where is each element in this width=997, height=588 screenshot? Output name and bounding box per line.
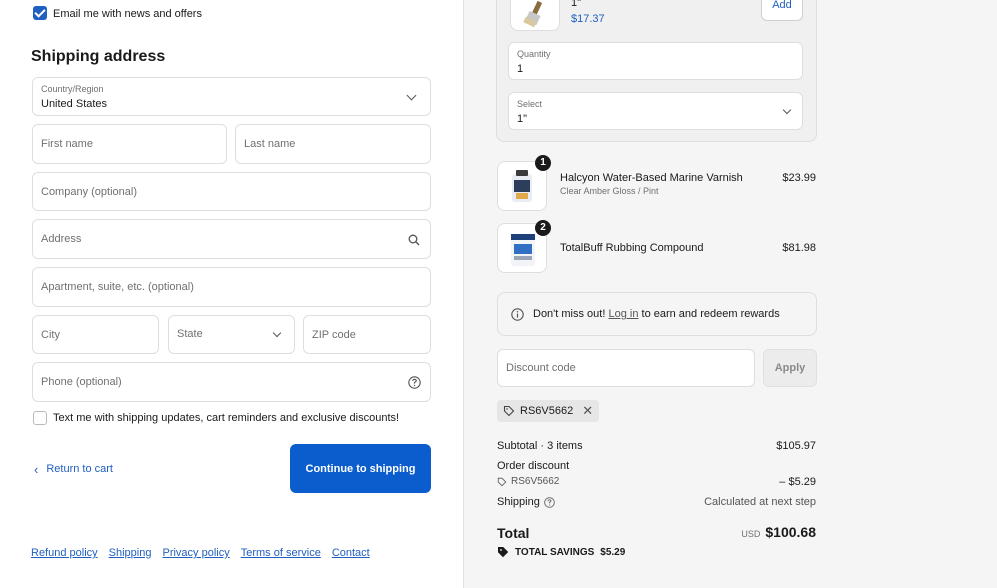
order-summary-panel: 1" $17.37 Add Quantity 1 Select 1" 1 Hal…: [463, 0, 997, 588]
total-savings-value: $5.29: [600, 546, 626, 558]
quantity-value: 1: [517, 63, 524, 75]
total-savings-label: TOTAL SAVINGS: [515, 546, 595, 558]
discount-code-field[interactable]: Discount code: [497, 349, 755, 387]
shipping-row-label: Shipping: [497, 496, 555, 508]
search-icon[interactable]: [408, 234, 420, 246]
company-placeholder: Company (optional): [41, 185, 137, 198]
return-to-cart-label: Return to cart: [46, 463, 113, 475]
first-name-field[interactable]: First name: [32, 124, 227, 164]
apply-discount-button[interactable]: Apply: [763, 349, 817, 387]
sms-optin-label: Text me with shipping updates, cart remi…: [53, 412, 400, 424]
shipping-value: Calculated at next step: [704, 496, 816, 508]
country-select[interactable]: Country/Region United States: [32, 77, 431, 116]
chevron-left-icon: ‹: [34, 461, 39, 477]
info-icon: [511, 308, 524, 321]
shipping-label: Shipping: [497, 496, 540, 508]
phone-field[interactable]: Phone (optional): [32, 362, 431, 402]
select-label: Select: [517, 99, 543, 109]
last-name-field[interactable]: Last name: [235, 124, 431, 164]
state-placeholder: State: [177, 328, 203, 340]
tag-icon: [498, 547, 509, 558]
city-placeholder: City: [41, 328, 60, 341]
item-quantity-badge: 1: [535, 155, 551, 171]
subtotal-value: $105.97: [776, 440, 816, 452]
log-in-link[interactable]: Log in: [608, 308, 638, 320]
subtotal-label: Subtotal · 3 items: [497, 440, 583, 452]
total-savings: TOTAL SAVINGS $5.29: [497, 546, 625, 558]
continue-to-shipping-button[interactable]: Continue to shipping: [290, 444, 431, 493]
zip-field[interactable]: ZIP code: [303, 315, 431, 354]
rewards-prefix: Don't miss out!: [533, 308, 609, 320]
last-name-placeholder: Last name: [244, 138, 296, 150]
total-amount: USD $100.68: [741, 524, 816, 540]
company-field[interactable]: Company (optional): [32, 172, 431, 211]
paintbrush-image: [510, 0, 560, 31]
item-name: TotalBuff Rubbing Compound: [560, 242, 704, 254]
footer-link-privacy-policy[interactable]: Privacy policy: [162, 547, 229, 559]
upsell-price: $17.37: [571, 13, 605, 25]
state-select[interactable]: State: [168, 315, 295, 354]
order-discount-code-text: RS6V5662: [511, 476, 560, 487]
city-field[interactable]: City: [32, 315, 159, 354]
address-field[interactable]: Address: [32, 219, 431, 259]
address-placeholder: Address: [41, 233, 82, 245]
chevron-down-icon: [406, 90, 417, 101]
checkout-form-panel: Email me with news and offers Shipping a…: [0, 0, 463, 588]
tag-icon: [497, 477, 507, 486]
footer-link-refund-policy[interactable]: Refund policy: [31, 547, 98, 559]
rewards-message: Don't miss out! Log in to earn and redee…: [533, 308, 780, 320]
sms-optin-checkbox[interactable]: [33, 411, 47, 425]
country-label: Country/Region: [41, 84, 104, 94]
footer-links: Refund policy Shipping Privacy policy Te…: [31, 547, 370, 559]
first-name-placeholder: First name: [41, 138, 93, 150]
remove-discount-icon[interactable]: ✕: [582, 403, 593, 419]
upsell-add-button[interactable]: Add: [761, 0, 803, 21]
order-discount-value: – $5.29: [779, 476, 816, 488]
country-value: United States: [41, 98, 108, 110]
select-value: 1": [517, 113, 528, 125]
rewards-suffix: to earn and redeem rewards: [638, 308, 780, 320]
apartment-placeholder: Apartment, suite, etc. (optional): [41, 281, 194, 293]
rewards-banner: Don't miss out! Log in to earn and redee…: [497, 292, 817, 336]
upsell-card: 1" $17.37 Add Quantity 1 Select 1": [496, 0, 817, 142]
applied-discount-code: RS6V5662: [520, 405, 574, 417]
apartment-field[interactable]: Apartment, suite, etc. (optional): [32, 267, 431, 307]
order-discount-label: Order discount: [497, 460, 570, 472]
email-optin-label: Email me with news and offers: [53, 8, 202, 20]
quantity-label: Quantity: [517, 49, 551, 59]
item-price: $23.99: [782, 172, 816, 184]
email-optin-checkbox[interactable]: [33, 6, 47, 20]
item-quantity-badge: 2: [535, 220, 551, 236]
discount-code-placeholder: Discount code: [506, 362, 576, 374]
item-variant: Clear Amber Gloss / Pint: [560, 186, 659, 196]
footer-link-contact[interactable]: Contact: [332, 547, 370, 559]
footer-link-shipping[interactable]: Shipping: [109, 547, 152, 559]
help-icon[interactable]: [544, 496, 555, 508]
help-icon[interactable]: [408, 376, 421, 389]
footer-link-terms-of-service[interactable]: Terms of service: [241, 547, 321, 559]
zip-placeholder: ZIP code: [312, 328, 356, 341]
total-label: Total: [497, 525, 530, 541]
upsell-variant-name: 1": [571, 0, 582, 9]
chevron-down-icon: [272, 328, 282, 338]
return-to-cart-link[interactable]: ‹ Return to cart: [34, 461, 113, 477]
phone-placeholder: Phone (optional): [41, 376, 122, 388]
upsell-variant-select[interactable]: Select 1": [508, 92, 803, 130]
order-discount-code: RS6V5662: [497, 476, 559, 487]
item-price: $81.98: [782, 242, 816, 254]
tag-icon: [503, 405, 515, 417]
total-value: $100.68: [765, 524, 816, 540]
applied-discount-tag: RS6V5662 ✕: [497, 400, 600, 422]
chevron-down-icon: [782, 105, 792, 115]
shipping-address-heading: Shipping address: [31, 48, 166, 65]
item-name: Halcyon Water-Based Marine Varnish: [560, 172, 743, 184]
upsell-quantity-field[interactable]: Quantity 1: [508, 42, 803, 80]
total-currency: USD: [741, 529, 761, 539]
